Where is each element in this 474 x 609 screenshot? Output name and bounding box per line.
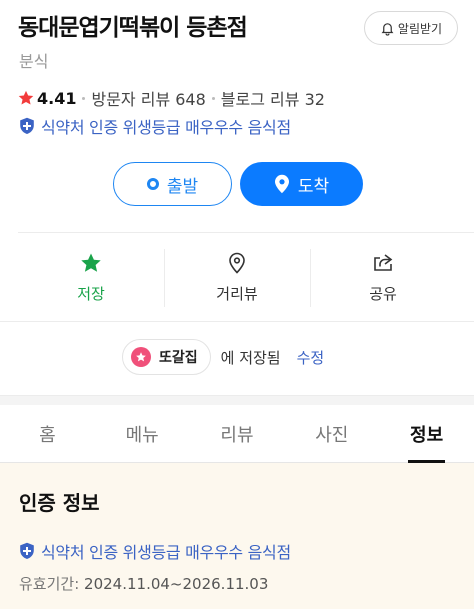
depart-label: 출발 bbox=[166, 176, 199, 197]
blog-reviews-link[interactable]: 블로그 리뷰 32 bbox=[221, 86, 325, 110]
separator-dot bbox=[211, 96, 215, 100]
tab-review[interactable]: 리뷰 bbox=[190, 405, 285, 462]
tab-photo[interactable]: 사진 bbox=[284, 405, 379, 462]
tab-info[interactable]: 정보 bbox=[379, 405, 474, 463]
place-header: 동대문엽기떡볶이 등촌점 알림받기 분식 4.41 방문자 리뷰 648 블로그… bbox=[0, 0, 474, 230]
map-pin-outline-icon bbox=[229, 252, 245, 274]
validity-label: 유효기간: bbox=[19, 575, 80, 593]
separator-dot bbox=[82, 96, 86, 100]
distance-label: 거리뷰 bbox=[216, 284, 258, 303]
visitor-reviews-link[interactable]: 방문자 리뷰 648 bbox=[91, 86, 205, 110]
validity-period: 유효기간: 2024.11.04~2026.11.03 bbox=[19, 573, 268, 594]
folder-star-icon bbox=[131, 347, 151, 367]
depart-button[interactable]: 출발 bbox=[113, 162, 232, 206]
distance-view-button[interactable]: 거리뷰 bbox=[164, 233, 310, 321]
star-icon bbox=[18, 90, 34, 105]
star-icon bbox=[81, 253, 101, 272]
save-button[interactable]: 저장 bbox=[18, 233, 164, 321]
section-separator bbox=[0, 395, 474, 405]
certification-badge[interactable]: 식약처 인증 위생등급 매우우수 음식점 bbox=[19, 114, 291, 138]
validity-value: 2024.11.04~2026.11.03 bbox=[84, 575, 269, 593]
share-label: 공유 bbox=[369, 284, 397, 303]
certification-name: 식약처 인증 위생등급 매우우수 음식점 bbox=[41, 543, 291, 562]
shield-plus-icon bbox=[20, 117, 34, 134]
saved-folder-chip[interactable]: 또갈집 bbox=[122, 339, 211, 375]
rating-value: 4.41 bbox=[37, 88, 77, 108]
tab-bar: 홈 메뉴 리뷰 사진 정보 bbox=[0, 405, 474, 463]
divider bbox=[0, 321, 474, 322]
notify-button[interactable]: 알림받기 bbox=[364, 11, 458, 45]
share-button[interactable]: 공유 bbox=[310, 233, 456, 321]
notify-label: 알림받기 bbox=[397, 21, 443, 36]
certification-text: 식약처 인증 위생등급 매우우수 음식점 bbox=[41, 118, 291, 137]
arrive-button[interactable]: 도착 bbox=[240, 162, 363, 206]
edit-link[interactable]: 수정 bbox=[297, 347, 325, 368]
place-category: 분식 bbox=[19, 52, 49, 71]
shield-plus-icon bbox=[20, 542, 34, 559]
route-buttons: 출발 도착 bbox=[113, 162, 363, 206]
arrive-label: 도착 bbox=[297, 176, 330, 197]
folder-name: 또갈집 bbox=[159, 350, 198, 366]
circle-dot-icon bbox=[146, 178, 159, 190]
bell-icon bbox=[381, 22, 394, 36]
rating: 4.41 bbox=[17, 89, 76, 108]
save-label: 저장 bbox=[77, 284, 105, 303]
share-icon bbox=[374, 253, 393, 271]
section-title: 인증 정보 bbox=[19, 491, 100, 515]
place-title: 동대문엽기떡볶이 등촌점 bbox=[18, 15, 248, 41]
certification-info-section: 인증 정보 식약처 인증 위생등급 매우우수 음식점 유효기간: 2024.11… bbox=[0, 463, 474, 609]
location-pin-icon bbox=[274, 174, 289, 194]
tab-menu[interactable]: 메뉴 bbox=[95, 405, 190, 462]
action-bar: 저장 거리뷰 공유 bbox=[18, 233, 456, 321]
certification-item: 식약처 인증 위생등급 매우우수 음식점 bbox=[19, 539, 291, 563]
saved-status-text: 에 저장됨 bbox=[220, 348, 281, 367]
saved-folder-row: 또갈집 에 저장됨 수정 bbox=[122, 339, 324, 375]
tab-home[interactable]: 홈 bbox=[0, 405, 95, 462]
review-stats: 4.41 방문자 리뷰 648 블로그 리뷰 32 bbox=[17, 86, 325, 110]
